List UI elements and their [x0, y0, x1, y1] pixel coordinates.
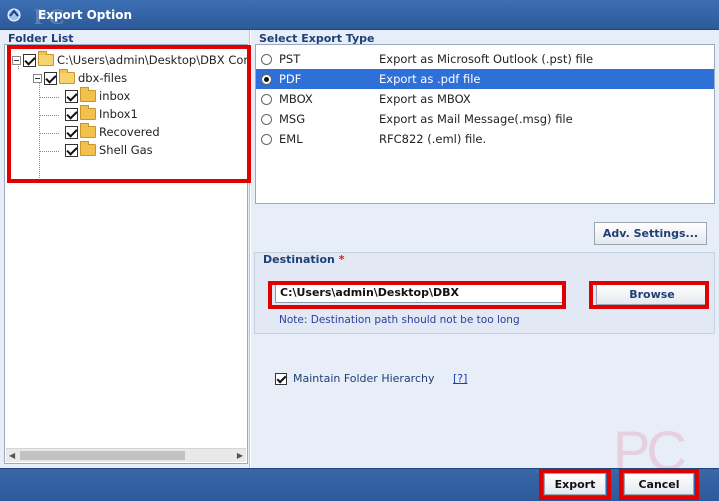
folder-icon [80, 87, 96, 102]
tree-node-inbox[interactable]: inbox [65, 87, 130, 105]
tree-line [39, 151, 59, 152]
export-button[interactable]: Export [544, 473, 606, 495]
radio-eml[interactable] [261, 133, 272, 145]
destination-title: Destination * [263, 253, 344, 266]
folder-icon [80, 123, 96, 138]
export-option-msg[interactable]: MSG Export as Mail Message(.msg) file [256, 109, 714, 129]
export-type-list: PST Export as Microsoft Outlook (.pst) f… [255, 44, 715, 204]
option-code: EML [279, 132, 303, 146]
tree-node-label: Inbox1 [99, 107, 138, 121]
scroll-left-icon[interactable]: ◀ [9, 451, 15, 460]
collapse-icon[interactable] [12, 55, 21, 65]
help-link[interactable]: [?] [453, 372, 467, 385]
maintain-hierarchy-option[interactable]: Maintain Folder Hierarchy [275, 372, 435, 385]
tree-line [39, 115, 59, 116]
option-desc: Export as .pdf file [379, 72, 481, 86]
folder-icon [80, 105, 96, 120]
cancel-button[interactable]: Cancel [624, 473, 694, 495]
required-mark: * [338, 253, 345, 266]
destination-label: Destination [263, 253, 335, 266]
inbox-checkbox[interactable] [65, 89, 78, 103]
tree-line [39, 80, 40, 180]
radio-pst[interactable] [261, 53, 272, 65]
option-desc: Export as MBOX [379, 92, 471, 106]
app-icon [7, 8, 21, 22]
option-code: MBOX [279, 92, 313, 106]
window-title: Export Option [38, 8, 133, 22]
tree-node-shell-gas[interactable]: Shell Gas [65, 141, 153, 159]
option-desc: Export as Microsoft Outlook (.pst) file [379, 52, 594, 66]
folder-icon [80, 141, 96, 156]
option-desc: Export as Mail Message(.msg) file [379, 112, 573, 126]
folder-open-icon [59, 69, 75, 84]
tree-node-root[interactable]: C:\Users\admin\Desktop\DBX Con [12, 51, 251, 69]
option-code: PDF [279, 72, 302, 86]
collapse-icon[interactable] [33, 73, 42, 83]
folder-list-pane: Folder List C:\Users\admin\Desktop\DBX C… [0, 30, 251, 468]
export-option-eml[interactable]: EML RFC822 (.eml) file. [256, 129, 714, 149]
tree-node-label: dbx-files [78, 71, 128, 85]
tree-node-dbx-files[interactable]: dbx-files [33, 69, 127, 87]
destination-group: Destination * C:\Users\admin\Desktop\DBX… [254, 252, 715, 334]
title-bar: PC Export Option [0, 0, 719, 30]
folder-open-icon [38, 51, 54, 66]
destination-note: Note: Destination path should not be too… [279, 314, 520, 326]
footer-bar: Export Cancel [0, 468, 719, 501]
maintain-hierarchy-checkbox[interactable] [275, 372, 287, 385]
maintain-hierarchy-label: Maintain Folder Hierarchy [293, 372, 435, 385]
tree-node-label: Recovered [99, 125, 160, 139]
browse-button[interactable]: Browse [596, 284, 708, 305]
tree-line [39, 133, 59, 134]
inbox1-checkbox[interactable] [65, 107, 78, 121]
scroll-thumb[interactable] [20, 451, 185, 460]
tree-node-inbox1[interactable]: Inbox1 [65, 105, 138, 123]
adv-settings-button[interactable]: Adv. Settings... [594, 222, 707, 245]
tree-node-recovered[interactable]: Recovered [65, 123, 160, 141]
export-option-pst[interactable]: PST Export as Microsoft Outlook (.pst) f… [256, 49, 714, 69]
tree-line [39, 97, 59, 98]
tree-node-label: Shell Gas [99, 143, 153, 157]
tree-node-label: inbox [99, 89, 131, 103]
radio-pdf[interactable] [261, 73, 272, 85]
radio-mbox[interactable] [261, 93, 272, 105]
recovered-checkbox[interactable] [65, 125, 78, 139]
option-desc: RFC822 (.eml) file. [379, 132, 487, 146]
folder-tree[interactable]: C:\Users\admin\Desktop\DBX Con dbx-files… [4, 44, 251, 464]
export-option-mbox[interactable]: MBOX Export as MBOX [256, 89, 714, 109]
dbx-files-checkbox[interactable] [44, 71, 57, 85]
destination-path-input[interactable]: C:\Users\admin\Desktop\DBX [275, 283, 565, 303]
tree-node-label: C:\Users\admin\Desktop\DBX Con [57, 53, 251, 67]
option-code: MSG [279, 112, 306, 126]
radio-msg[interactable] [261, 113, 272, 125]
root-checkbox[interactable] [23, 53, 36, 67]
shell-gas-checkbox[interactable] [65, 143, 78, 157]
horizontal-scrollbar[interactable]: ◀ ▶ [6, 448, 246, 462]
export-option-pdf[interactable]: PDF Export as .pdf file [256, 69, 714, 89]
scroll-right-icon[interactable]: ▶ [237, 451, 243, 460]
option-code: PST [279, 52, 301, 66]
export-settings-pane: Select Export Type PST Export as Microso… [251, 30, 719, 482]
